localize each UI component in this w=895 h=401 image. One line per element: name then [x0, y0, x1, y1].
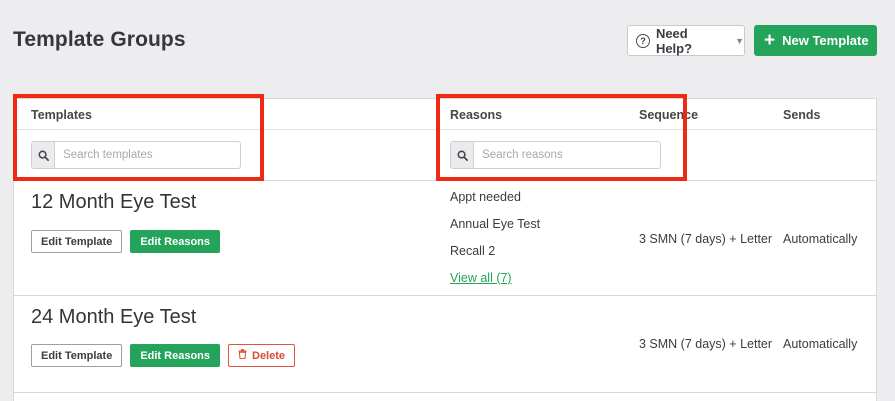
edit-reasons-button[interactable]: Edit Reasons: [130, 230, 220, 253]
delete-label: Delete: [252, 349, 286, 362]
highlight-box-reasons: [436, 94, 687, 181]
edit-reasons-button[interactable]: Edit Reasons: [130, 344, 220, 367]
edit-template-button[interactable]: Edit Template: [31, 344, 123, 367]
table-row: 24 Month Eye Test Edit Template Edit Rea…: [14, 296, 876, 393]
chevron-down-icon: ▼: [735, 35, 744, 46]
new-template-label: New Template: [782, 33, 869, 48]
view-all-reasons-link[interactable]: View all (7): [450, 271, 512, 285]
template-name: 12 Month Eye Test: [31, 191, 197, 213]
trash-icon: [238, 349, 247, 362]
highlight-box-templates: [13, 94, 264, 181]
need-help-label: Need Help?: [655, 25, 693, 56]
reason-item: Annual Eye Test: [450, 217, 541, 231]
column-header-sends: Sends: [783, 108, 821, 122]
table-row: 12 Month Eye Test Edit Template Edit Rea…: [14, 181, 876, 296]
question-icon: ?: [636, 33, 650, 48]
plus-icon: +: [764, 30, 776, 51]
template-name: 24 Month Eye Test: [31, 306, 197, 328]
new-template-button[interactable]: + New Template: [754, 25, 877, 56]
reason-item: Recall 2: [450, 244, 496, 258]
need-help-button[interactable]: ? Need Help? ▼: [627, 25, 745, 56]
page-title: Template Groups: [13, 28, 186, 51]
sends-cell: Automatically: [783, 337, 858, 351]
reason-item: Appt needed: [450, 190, 521, 204]
sends-cell: Automatically: [783, 232, 858, 246]
sequence-cell: 3 SMN (7 days) + Letter: [639, 232, 773, 246]
delete-button[interactable]: Delete: [228, 344, 296, 367]
sequence-cell: 3 SMN (7 days) + Letter: [639, 337, 773, 351]
edit-template-button[interactable]: Edit Template: [31, 230, 123, 253]
